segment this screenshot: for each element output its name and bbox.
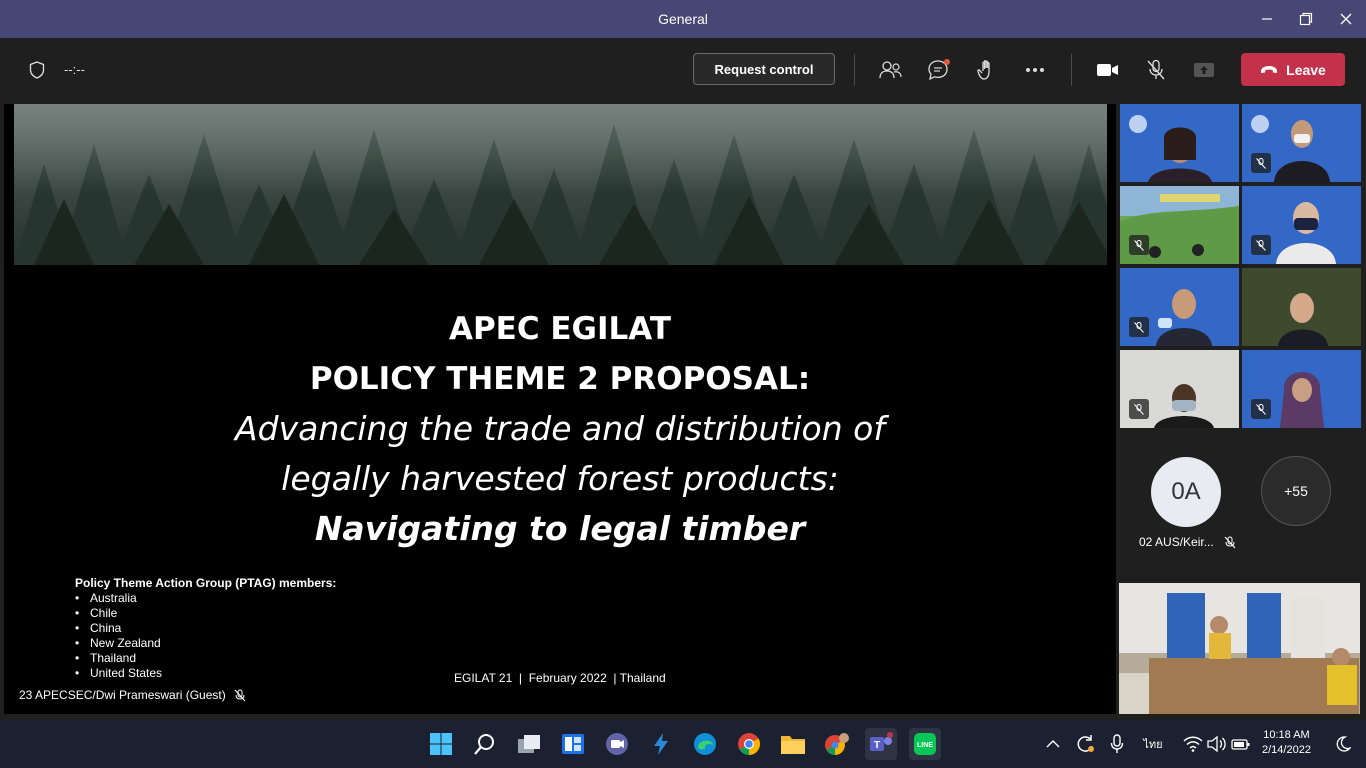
focus-assist-icon[interactable] [1327,728,1359,760]
list-item: Thailand [75,651,336,666]
ptag-members: Policy Theme Action Group (PTAG) members… [75,576,336,681]
raise-hand-icon[interactable] [972,55,1002,85]
participant-avatar[interactable]: 0A [1151,457,1221,527]
mic-off-icon [1251,399,1271,419]
chrome-icon[interactable] [733,728,765,760]
list-item: Australia [75,591,336,606]
mic-off-icon [1129,235,1149,255]
slide-subtitle-line-3: Navigating to legal timber [314,509,806,548]
list-item: China [75,621,336,636]
presenter-name: 23 APECSEC/Dwi Prameswari (Guest) [19,688,226,702]
forest-banner-image [14,104,1107,265]
more-options-icon[interactable] [1020,55,1050,85]
participant-name-label: 02 AUS/Keir... [1139,535,1214,549]
system-clock[interactable]: 10:18 AM 2/14/2022 [1262,728,1311,758]
presenter-label: 23 APECSEC/Dwi Prameswari (Guest) [19,688,246,702]
self-video[interactable] [1119,583,1360,714]
request-control-button[interactable]: Request control [693,53,835,85]
mic-off-icon [1251,153,1271,173]
people-icon[interactable] [876,55,906,85]
list-item: United States [75,666,336,681]
video-tile[interactable] [1120,350,1239,428]
mic-off-icon [1251,235,1271,255]
mic-off-icon [1129,317,1149,337]
meeting-toolbar: --:-- Request control Leave [0,38,1366,102]
svg-text:LINE: LINE [917,742,933,749]
list-item: New Zealand [75,636,336,651]
search-icon[interactable] [469,728,501,760]
window-title: General [658,11,708,27]
close-icon[interactable] [1333,6,1359,32]
slide-title-line-2: POLICY THEME 2 PROPOSAL: [309,361,811,397]
video-tile[interactable] [1120,104,1239,182]
shared-screen: APEC EGILAT POLICY THEME 2 PROPOSAL: Adv… [4,104,1116,714]
participant-name: 02 AUS/Keir... [1139,535,1236,549]
mic-off-icon [1129,399,1149,419]
leave-label: Leave [1286,61,1326,78]
slide-subtitle-line-2: legally harvested forest products: [281,459,839,498]
app-bolt-icon[interactable] [645,728,677,760]
video-tile[interactable] [1120,186,1239,264]
clock-time: 10:18 AM [1263,729,1310,741]
input-language[interactable]: ไทย [1140,728,1166,760]
video-tile[interactable] [1242,350,1361,428]
video-tile[interactable] [1242,268,1361,346]
toolbar-divider [854,54,855,86]
video-tile[interactable] [1242,186,1361,264]
teams-icon[interactable]: T [865,728,897,760]
camera-icon[interactable] [1093,55,1123,85]
restore-icon[interactable] [1293,6,1319,32]
slide-title-block: APEC EGILAT POLICY THEME 2 PROPOSAL: Adv… [4,304,1116,554]
chat-icon[interactable] [924,55,954,85]
list-item: Chile [75,606,336,621]
slide-subtitle-line-1: Advancing the trade and distribution of [235,409,885,448]
more-participants-button[interactable]: +55 [1261,456,1331,526]
file-explorer-icon[interactable] [777,728,809,760]
members-heading: Policy Theme Action Group (PTAG) members… [75,576,337,590]
video-tile[interactable] [1120,268,1239,346]
chrome-profile-icon[interactable] [821,728,853,760]
shield-icon[interactable] [22,55,52,85]
slide-footer: EGILAT 21 | February 2022 | Thailand [454,671,666,685]
line-app-icon[interactable]: LINE [909,728,941,760]
sync-icon[interactable] [1069,728,1101,760]
widgets-icon[interactable] [557,728,589,760]
share-screen-icon[interactable] [1189,55,1219,85]
clock-date: 2/14/2022 [1262,744,1311,756]
mic-off-icon [1224,536,1236,548]
microphone-icon[interactable] [1101,728,1133,760]
battery-icon[interactable] [1225,728,1257,760]
title-bar: General [0,0,1366,38]
video-tile[interactable] [1242,104,1361,182]
mic-off-icon[interactable] [1141,55,1171,85]
slide-title-line-1: APEC EGILAT [448,311,672,347]
meeting-timer: --:-- [64,62,85,77]
svg-text:T: T [874,740,880,751]
toolbar-divider [1071,54,1072,86]
phone-hangup-icon [1261,66,1278,73]
leave-button[interactable]: Leave [1241,53,1345,86]
minimize-icon[interactable] [1254,6,1280,32]
taskbar: T LINE ไทย 10:18 AM 2/14/2022 [0,720,1366,768]
chat-app-icon[interactable] [601,728,633,760]
task-view-icon[interactable] [513,728,545,760]
chevron-up-icon[interactable] [1037,728,1069,760]
edge-icon[interactable] [689,728,721,760]
mic-off-icon [234,689,246,701]
windows-start-icon[interactable] [425,728,457,760]
